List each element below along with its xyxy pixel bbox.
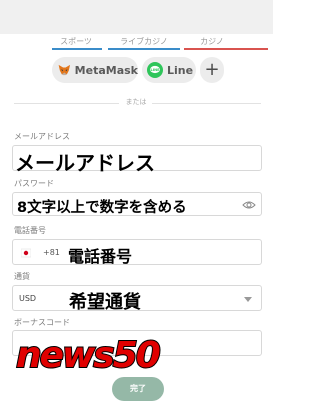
email-value: メールアドレス	[15, 151, 155, 175]
divider-left	[14, 103, 119, 104]
currency-code: USD	[19, 294, 37, 303]
chevron-down-icon	[244, 297, 252, 302]
svg-text:LINE: LINE	[150, 68, 160, 72]
currency-select[interactable]: USD 希望通貨	[12, 285, 262, 313]
metamask-button[interactable]: MetaMask	[52, 57, 138, 83]
bonus-code-promo-text: news50	[15, 334, 163, 374]
line-label: Line	[167, 63, 194, 77]
email-field[interactable]: メールアドレス	[12, 145, 262, 175]
metamask-label: MetaMask	[74, 63, 138, 77]
more-login-options-button[interactable]: +	[200, 57, 224, 83]
password-value: 8文字以上で数字を含める	[17, 200, 187, 216]
top-bar	[0, 0, 273, 34]
country-code: +81	[43, 248, 60, 257]
metamask-fox-icon	[58, 64, 71, 76]
submit-button[interactable]: 完了	[112, 377, 164, 401]
divider-or-text: または	[125, 98, 147, 106]
phone-field[interactable]: +81 電話番号	[12, 239, 262, 266]
divider-right	[152, 103, 261, 104]
tab-underline-sports	[52, 48, 102, 50]
tab-underline-live-casino	[108, 48, 180, 50]
password-label: パスワード	[14, 179, 54, 188]
email-label: メールアドレス	[14, 132, 70, 141]
show-password-eye-icon[interactable]	[242, 199, 256, 211]
phone-label: 電話番号	[14, 226, 46, 235]
line-button[interactable]: LINE Line	[142, 57, 196, 83]
password-field[interactable]: 8文字以上で数字を含める	[12, 192, 262, 216]
line-icon: LINE	[147, 62, 163, 78]
bonus-code-value: news50	[16, 335, 160, 374]
currency-value: 希望通貨	[69, 292, 141, 313]
currency-label: 通貨	[14, 272, 30, 281]
japan-flag-icon[interactable]	[21, 248, 31, 258]
bonus-code-label: ボーナスコード	[14, 318, 70, 327]
phone-value: 電話番号	[68, 247, 133, 266]
tab-underline-casino	[184, 48, 268, 50]
plus-icon: +	[204, 59, 220, 80]
